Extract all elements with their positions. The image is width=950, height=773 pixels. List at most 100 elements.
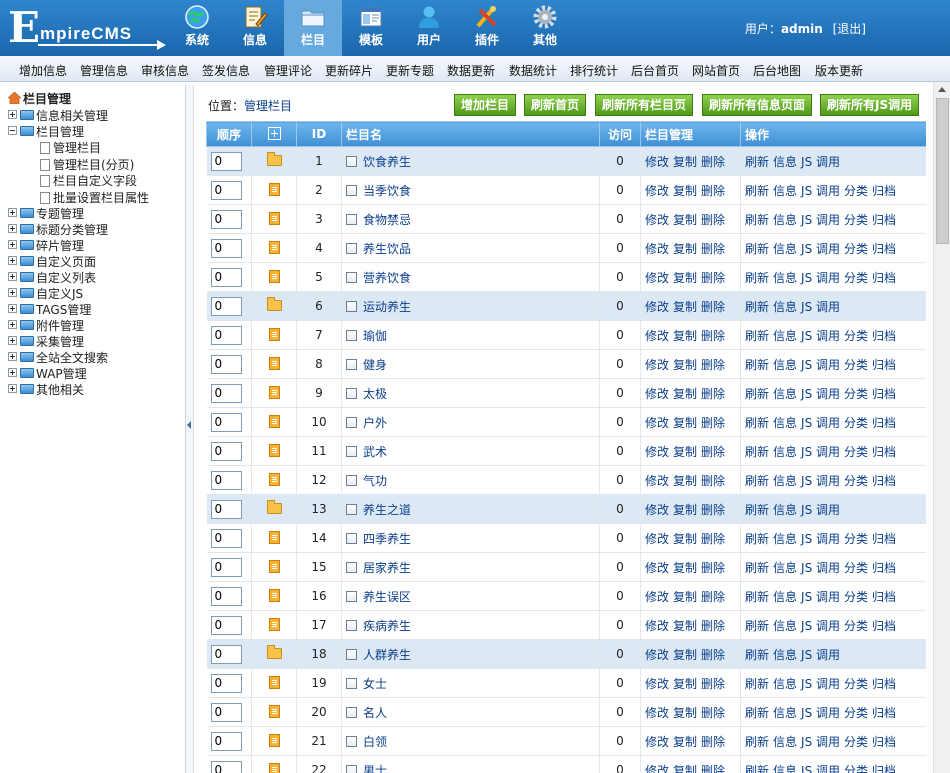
expand-icon[interactable]: [8, 240, 17, 249]
js-call-link[interactable]: JS 调用: [801, 329, 840, 343]
refresh-link[interactable]: 刷新: [745, 242, 769, 256]
edit-link[interactable]: 修改: [645, 590, 669, 604]
order-input[interactable]: [210, 673, 242, 693]
js-call-link[interactable]: JS 调用: [801, 387, 840, 401]
breadcrumb-link[interactable]: 管理栏目: [244, 99, 292, 113]
category-link[interactable]: 分类: [844, 213, 868, 227]
folder-icon[interactable]: [266, 152, 282, 166]
column-name-link[interactable]: 养生饮品: [363, 242, 411, 256]
edit-link[interactable]: 修改: [645, 445, 669, 459]
logout-link[interactable]: [退出]: [833, 22, 866, 36]
archive-link[interactable]: 归档: [872, 271, 896, 285]
action-button-3[interactable]: 刷新所有信息页面: [702, 94, 813, 116]
menu-item-9[interactable]: 排行统计: [570, 62, 618, 79]
edit-link[interactable]: 修改: [645, 242, 669, 256]
column-name-link[interactable]: 女士: [363, 677, 387, 691]
copy-link[interactable]: 复制: [673, 184, 697, 198]
refresh-link[interactable]: 刷新: [745, 445, 769, 459]
archive-link[interactable]: 归档: [872, 387, 896, 401]
row-checkbox[interactable]: [346, 532, 357, 544]
tree-node-0[interactable]: 信息相关管理: [8, 107, 108, 123]
column-name-link[interactable]: 气功: [363, 474, 387, 488]
category-link[interactable]: 分类: [844, 271, 868, 285]
refresh-link[interactable]: 刷新: [745, 300, 769, 314]
folder-icon[interactable]: [266, 500, 282, 514]
js-call-link[interactable]: JS 调用: [801, 213, 840, 227]
order-input[interactable]: [210, 412, 242, 432]
menu-item-11[interactable]: 网站首页: [692, 62, 740, 79]
js-call-link[interactable]: JS 调用: [801, 300, 840, 314]
info-link[interactable]: 信息: [773, 329, 797, 343]
js-call-link[interactable]: JS 调用: [801, 677, 840, 691]
info-link[interactable]: 信息: [773, 648, 797, 662]
category-link[interactable]: 分类: [844, 532, 868, 546]
column-name-link[interactable]: 白领: [363, 735, 387, 749]
delete-link[interactable]: 删除: [701, 155, 725, 169]
tree-child-0[interactable]: 管理栏目: [40, 139, 101, 155]
row-checkbox[interactable]: [346, 242, 357, 254]
order-input[interactable]: [210, 180, 242, 200]
archive-link[interactable]: 归档: [872, 561, 896, 575]
copy-link[interactable]: 复制: [673, 213, 697, 227]
sidebar-collapse-handle[interactable]: [186, 85, 194, 773]
category-link[interactable]: 分类: [844, 764, 868, 773]
expand-icon[interactable]: [8, 256, 17, 265]
js-call-link[interactable]: JS 调用: [801, 735, 840, 749]
menu-item-6[interactable]: 更新专题: [386, 62, 434, 79]
module-tab-1[interactable]: 信息: [226, 0, 284, 56]
delete-link[interactable]: 删除: [701, 329, 725, 343]
refresh-link[interactable]: 刷新: [745, 677, 769, 691]
row-checkbox[interactable]: [346, 155, 357, 167]
column-name-link[interactable]: 四季养生: [363, 532, 411, 546]
edit-link[interactable]: 修改: [645, 735, 669, 749]
scroll-thumb[interactable]: [936, 98, 949, 244]
info-link[interactable]: 信息: [773, 503, 797, 517]
archive-link[interactable]: 归档: [872, 706, 896, 720]
row-checkbox[interactable]: [346, 416, 357, 428]
column-name-link[interactable]: 运动养生: [363, 300, 411, 314]
expand-icon[interactable]: [8, 110, 17, 119]
column-name-link[interactable]: 疾病养生: [363, 619, 411, 633]
order-input[interactable]: [210, 325, 242, 345]
edit-link[interactable]: 修改: [645, 184, 669, 198]
info-link[interactable]: 信息: [773, 271, 797, 285]
copy-link[interactable]: 复制: [673, 764, 697, 773]
delete-link[interactable]: 删除: [701, 619, 725, 633]
delete-link[interactable]: 删除: [701, 445, 725, 459]
archive-link[interactable]: 归档: [872, 329, 896, 343]
info-link[interactable]: 信息: [773, 416, 797, 430]
info-link[interactable]: 信息: [773, 445, 797, 459]
archive-link[interactable]: 归档: [872, 677, 896, 691]
menu-item-5[interactable]: 更新碎片: [325, 62, 373, 79]
category-link[interactable]: 分类: [844, 561, 868, 575]
tree-node-8[interactable]: TAGS管理: [8, 301, 91, 317]
empirecms-logo[interactable]: E mpireCMS: [8, 6, 173, 50]
archive-link[interactable]: 归档: [872, 445, 896, 459]
column-name-link[interactable]: 养生之道: [363, 503, 411, 517]
column-name-link[interactable]: 当季饮食: [363, 184, 411, 198]
js-call-link[interactable]: JS 调用: [801, 706, 840, 720]
js-call-link[interactable]: JS 调用: [801, 503, 840, 517]
column-name-link[interactable]: 营养饮食: [363, 271, 411, 285]
copy-link[interactable]: 复制: [673, 300, 697, 314]
column-name-link[interactable]: 名人: [363, 706, 387, 720]
menu-item-8[interactable]: 数据统计: [509, 62, 557, 79]
info-link[interactable]: 信息: [773, 619, 797, 633]
refresh-link[interactable]: 刷新: [745, 474, 769, 488]
order-input[interactable]: [210, 499, 242, 519]
copy-link[interactable]: 复制: [673, 735, 697, 749]
row-checkbox[interactable]: [346, 184, 357, 196]
category-link[interactable]: 分类: [844, 184, 868, 198]
edit-link[interactable]: 修改: [645, 532, 669, 546]
menu-item-7[interactable]: 数据更新: [447, 62, 495, 79]
copy-link[interactable]: 复制: [673, 590, 697, 604]
copy-link[interactable]: 复制: [673, 358, 697, 372]
tree-node-9[interactable]: 附件管理: [8, 317, 84, 333]
category-link[interactable]: 分类: [844, 619, 868, 633]
edit-link[interactable]: 修改: [645, 213, 669, 227]
copy-link[interactable]: 复制: [673, 677, 697, 691]
expand-icon[interactable]: [8, 336, 17, 345]
expand-icon[interactable]: [8, 304, 17, 313]
column-name-link[interactable]: 武术: [363, 445, 387, 459]
edit-link[interactable]: 修改: [645, 648, 669, 662]
